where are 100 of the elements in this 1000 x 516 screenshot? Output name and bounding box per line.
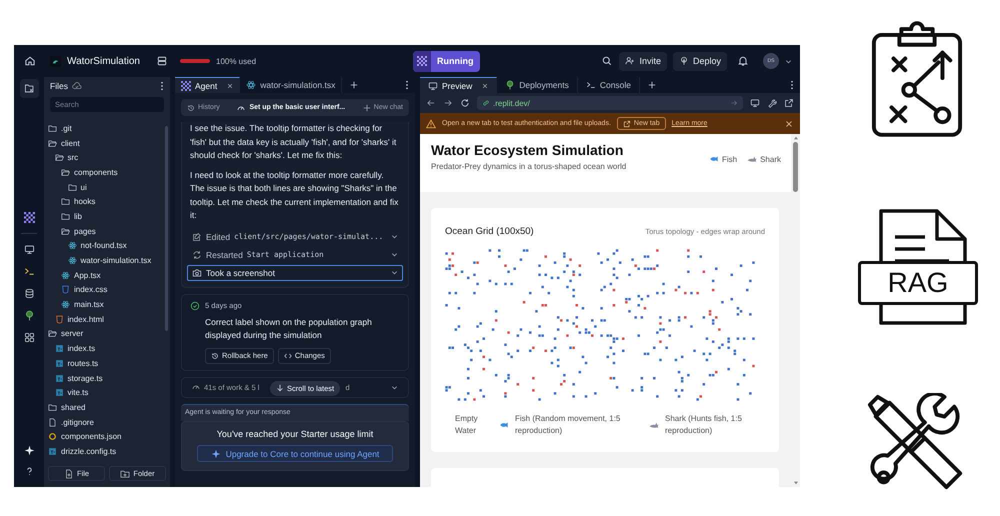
agent-grid-icon xyxy=(181,80,191,90)
gauge-icon xyxy=(192,383,200,391)
tree-icon xyxy=(678,56,689,66)
history-icon xyxy=(187,104,195,112)
app-subtitle: Predator-Prey dynamics in a torus-shaped ocean world xyxy=(431,162,628,171)
more-icon[interactable] xyxy=(405,80,409,90)
shield-icon xyxy=(54,314,64,324)
wrench-icon[interactable] xyxy=(767,98,777,108)
chevron-down-icon[interactable] xyxy=(785,58,792,64)
legend-label: Fish (Random movement, 1:5 reproduction) xyxy=(515,413,622,437)
atom-icon xyxy=(61,270,70,280)
upgrade-button[interactable]: Upgrade to Core to continue using Agent xyxy=(197,445,393,462)
add-tab-icon[interactable] xyxy=(648,81,656,89)
search-icon[interactable] xyxy=(601,55,614,67)
file-tree-item[interactable]: hooks xyxy=(44,194,165,210)
agent-grid-icon xyxy=(417,56,428,66)
file-plus-icon xyxy=(64,468,74,478)
file-tree-item[interactable]: .gitignore xyxy=(44,414,165,430)
card-title: Ocean Grid (100x50) xyxy=(445,226,534,237)
add-user-icon xyxy=(625,56,636,66)
legend-label: Shark xyxy=(760,154,781,164)
monitor-icon[interactable] xyxy=(750,98,760,108)
file-tree-item[interactable]: App.tsx xyxy=(44,268,165,283)
file-tree-item[interactable]: index.css xyxy=(44,282,165,298)
file-tree-item[interactable]: vite.ts xyxy=(44,385,165,400)
chevron-down-icon xyxy=(391,251,398,258)
rag-label: RAG xyxy=(858,261,978,305)
atom-icon xyxy=(61,300,70,310)
scroll-up-icon[interactable] xyxy=(792,136,798,140)
warning-icon xyxy=(426,118,436,128)
file-tree-item[interactable]: storage.ts xyxy=(44,370,165,386)
file-tree-item[interactable]: wator-simulation.tsx xyxy=(44,253,165,268)
square-file-icon xyxy=(54,344,64,354)
file-tree-item[interactable]: components.json xyxy=(44,429,165,444)
forward-icon[interactable] xyxy=(443,98,453,108)
run-button[interactable]: Running xyxy=(413,50,480,72)
shark-icon xyxy=(649,420,659,430)
link-icon xyxy=(482,99,490,107)
scroll-down-icon[interactable] xyxy=(792,481,798,485)
close-icon[interactable] xyxy=(482,82,488,88)
more-icon[interactable] xyxy=(790,80,794,90)
file-tree-item[interactable]: src xyxy=(44,150,165,166)
monitor-icon xyxy=(428,80,438,90)
project-name[interactable]: WatorSimulation xyxy=(67,56,140,66)
url-field[interactable]: .replit.dev/ xyxy=(477,96,743,110)
agent-message: I need to look at the tooltip formatter more carefully. The issue is that both lines are showing "Sharks" in the tooltip. Let me check the current implementation and fix it: xyxy=(189,168,400,222)
file-tree-item[interactable]: index.html xyxy=(44,312,165,327)
arrow-right-icon xyxy=(730,99,738,107)
files-icon[interactable] xyxy=(20,79,38,98)
server-icon[interactable] xyxy=(156,55,168,67)
ring-icon xyxy=(48,432,57,442)
shield-icon xyxy=(61,285,70,294)
file-tree-item[interactable]: components xyxy=(44,165,165,180)
chevron-down-icon xyxy=(391,384,398,390)
close-icon[interactable] xyxy=(784,118,794,128)
shark-icon xyxy=(747,154,758,164)
usage-bar xyxy=(180,59,210,63)
file-tree-item[interactable]: ui xyxy=(44,180,165,194)
camera-icon xyxy=(192,268,202,278)
file-tree-item[interactable]: drizzle.config.ts xyxy=(44,444,165,459)
action-row[interactable]: Took a screenshot xyxy=(187,264,403,280)
clipboard-diagram-icon xyxy=(870,21,964,139)
history-icon xyxy=(211,352,219,360)
file-tree-item[interactable]: lib xyxy=(44,209,165,224)
file-tree-item[interactable]: main.tsx xyxy=(44,297,165,312)
folder-plus-icon xyxy=(120,468,130,478)
plus-icon xyxy=(362,104,371,112)
file-tree-item[interactable]: routes.ts xyxy=(44,356,165,371)
file-tree-item[interactable]: pages xyxy=(44,224,165,238)
add-tab-icon[interactable] xyxy=(350,81,358,89)
external-link-icon xyxy=(622,120,631,128)
back-icon[interactable] xyxy=(426,98,436,108)
square-file-icon xyxy=(54,374,64,383)
file-tree-item[interactable]: index.ts xyxy=(44,341,165,356)
reload-icon[interactable] xyxy=(460,98,470,108)
file-tree-item[interactable]: client xyxy=(44,136,165,150)
arrow-down-icon xyxy=(276,384,284,392)
deploy-button[interactable]: Deploy xyxy=(672,52,727,70)
limit-message: You've reached your Starter usage limit xyxy=(216,429,374,439)
atom-icon xyxy=(246,80,256,90)
chevron-down-icon xyxy=(391,233,398,240)
preview-tab[interactable]: Preview xyxy=(420,77,498,93)
close-icon[interactable] xyxy=(227,82,234,88)
external-link-icon[interactable] xyxy=(784,98,794,108)
bell-icon[interactable] xyxy=(737,55,749,67)
home-icon[interactable] xyxy=(24,55,36,67)
file-tree-item[interactable]: not-found.tsx xyxy=(44,238,165,254)
more-icon[interactable] xyxy=(160,81,164,91)
agent-message: I see the issue. The tooltip formatter is checking for 'fish' but the data key is actually 'fish', and for 'sharks' it should check for 'sharks'. Let me fix this: xyxy=(189,122,398,162)
atom-icon xyxy=(68,256,76,266)
file-tree-item[interactable]: shared xyxy=(44,400,165,415)
editor-tab[interactable]: Agent xyxy=(175,77,240,93)
file-tree-item[interactable]: .git xyxy=(44,121,165,136)
check-circle-icon xyxy=(190,300,200,310)
usage-label: 100% used xyxy=(216,56,256,66)
tree-icon xyxy=(505,80,516,90)
invite-button[interactable]: Invite xyxy=(619,52,667,70)
file-tree-item[interactable]: server xyxy=(44,326,165,342)
legend-label: Shark (Hunts fish, 1:5 reproduction) xyxy=(665,413,743,437)
atom-icon xyxy=(68,241,76,250)
